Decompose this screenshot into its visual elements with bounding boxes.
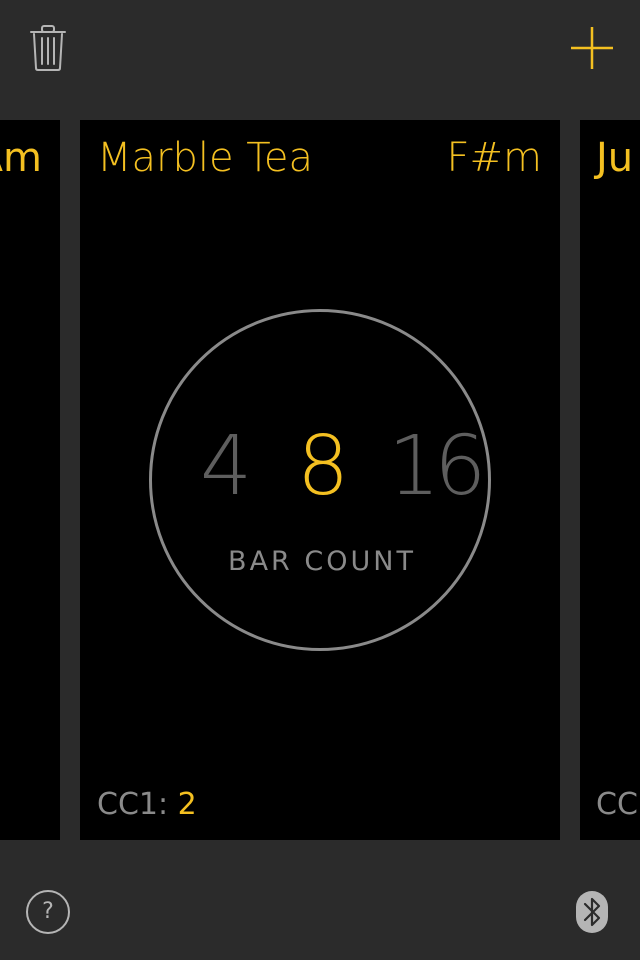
cc-value: 2: [177, 787, 197, 822]
previous-song-key: Am: [0, 135, 42, 181]
help-button[interactable]: ?: [26, 890, 70, 934]
next-song-title: Ju: [596, 135, 634, 181]
bar-count-label: BAR COUNT: [228, 546, 416, 577]
song-key[interactable]: F#m: [447, 134, 543, 182]
song-title[interactable]: Marble Tea: [97, 134, 313, 182]
previous-song-card[interactable]: Am: [0, 120, 60, 840]
plus-icon: [571, 27, 613, 69]
next-song-card[interactable]: Ju CC1: [580, 120, 640, 840]
bar-count-option-16[interactable]: 16: [388, 422, 486, 512]
bottom-toolbar: ?: [0, 840, 640, 960]
bar-count-dial[interactable]: 4 8 16 BAR COUNT: [149, 309, 491, 651]
add-song-button[interactable]: [568, 24, 616, 72]
help-icon: ?: [42, 899, 54, 924]
bar-count-option-8[interactable]: 8: [297, 422, 349, 512]
cc-readout[interactable]: CC1: 2: [97, 787, 197, 822]
bluetooth-button[interactable]: [575, 890, 609, 934]
cc-label: CC1:: [97, 787, 169, 822]
song-carousel-screen: Am Marble Tea F#m 4 8 16 BAR COUNT CC1: …: [0, 0, 640, 960]
top-toolbar: [0, 0, 640, 120]
trash-icon: [30, 25, 66, 71]
bluetooth-icon: [576, 891, 608, 933]
bar-count-option-4[interactable]: 4: [200, 422, 252, 512]
delete-song-button[interactable]: [28, 24, 68, 72]
bar-count-options: 4 8 16: [152, 422, 494, 512]
next-song-cc-label: CC1: [596, 787, 640, 822]
current-song-card: Marble Tea F#m 4 8 16 BAR COUNT CC1: 2: [80, 120, 560, 840]
